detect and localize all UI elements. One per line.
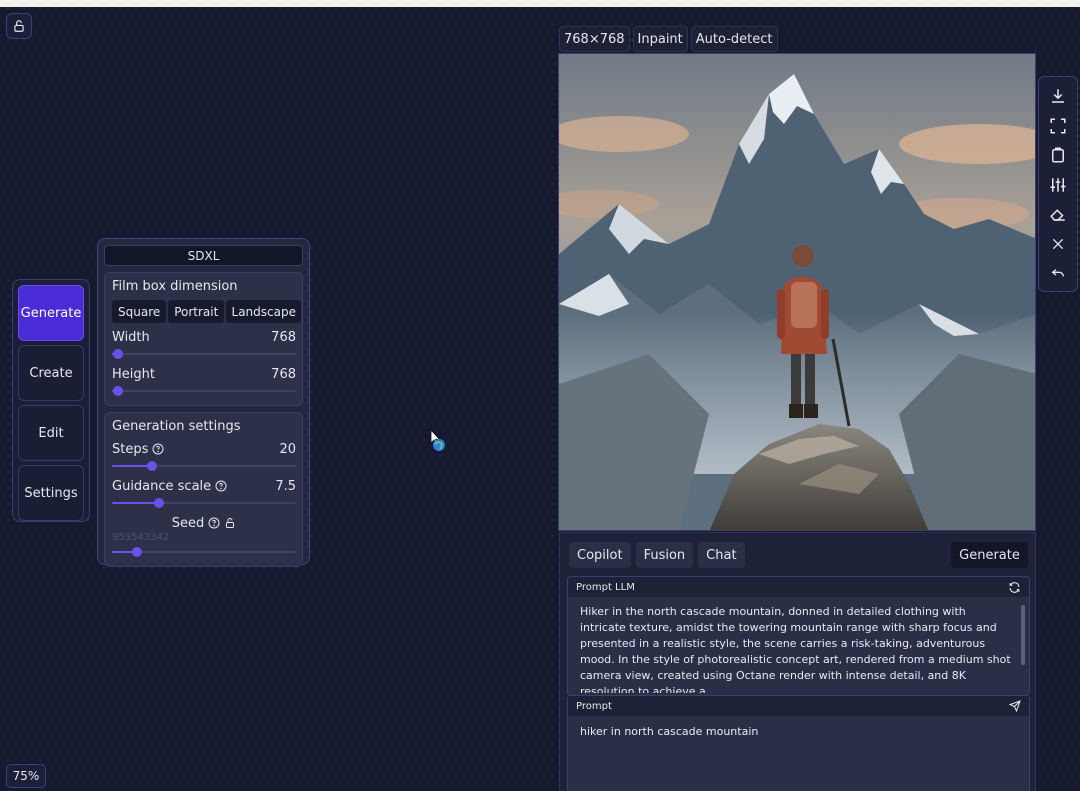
undo-button[interactable] — [1045, 260, 1071, 286]
hiker-mountain-image — [559, 54, 1035, 530]
help-icon[interactable] — [152, 443, 164, 455]
image-toolbar — [1038, 76, 1078, 292]
close-button[interactable] — [1045, 231, 1071, 257]
guidance-value: 7.5 — [275, 478, 296, 494]
seed-slider[interactable] — [112, 544, 296, 560]
prompt-llm-text[interactable]: Hiker in the north cascade mountain, don… — [568, 597, 1029, 693]
help-icon[interactable] — [208, 517, 220, 529]
nav-generate[interactable]: Generate — [18, 285, 84, 341]
generate-button[interactable]: Generate — [951, 542, 1028, 568]
prompt-tabs: Copilot Fusion Chat — [569, 542, 745, 568]
eraser-button[interactable] — [1045, 201, 1071, 227]
model-select[interactable]: SDXL — [104, 245, 303, 266]
width-slider-thumb[interactable] — [113, 349, 123, 359]
tab-copilot[interactable]: Copilot — [569, 542, 631, 568]
seed-value: 959543342 — [112, 532, 170, 543]
inpaint-tag[interactable]: Inpaint — [632, 26, 688, 52]
clipboard-button[interactable] — [1045, 142, 1071, 168]
width-slider[interactable] — [112, 346, 296, 362]
lock-icon — [14, 20, 24, 32]
aspect-square-button[interactable]: Square — [112, 300, 167, 323]
height-value: 768 — [271, 366, 296, 382]
prompt-label: Prompt — [576, 700, 612, 712]
download-button[interactable] — [1045, 83, 1071, 109]
height-slider[interactable] — [112, 383, 296, 399]
aspect-landscape-button[interactable]: Landscape — [226, 300, 302, 323]
send-icon[interactable] — [1009, 700, 1021, 712]
trash-icon — [1052, 147, 1064, 163]
seed-slider-thumb[interactable] — [131, 547, 142, 557]
side-nav: Generate Create Edit Settings — [12, 279, 90, 522]
nav-edit[interactable]: Edit — [18, 405, 84, 461]
dimension-card: Film box dimension Square Portrait Lands… — [104, 272, 303, 406]
steps-slider-thumb[interactable] — [147, 461, 158, 471]
steps-label: Steps — [112, 441, 149, 457]
generation-settings-card: Generation settings Steps 20 Guidance sc… — [104, 412, 303, 567]
refresh-icon[interactable] — [1008, 581, 1021, 594]
mouse-cursor-icon — [430, 429, 445, 451]
sliders-icon — [1050, 177, 1066, 192]
dimension-title: Film box dimension — [112, 279, 238, 294]
help-icon[interactable] — [215, 480, 227, 492]
guidance-slider-thumb[interactable] — [154, 498, 165, 508]
image-size-tag: 768×768 — [559, 26, 630, 52]
aspect-portrait-button[interactable]: Portrait — [168, 300, 225, 323]
height-label: Height — [112, 366, 155, 382]
generated-image[interactable] — [558, 53, 1036, 531]
guidance-label: Guidance scale — [112, 478, 212, 494]
undo-icon — [1051, 269, 1064, 277]
nav-create[interactable]: Create — [18, 345, 84, 401]
seed-label: Seed — [171, 515, 205, 531]
nav-settings[interactable]: Settings — [18, 465, 84, 521]
adjust-button[interactable] — [1045, 172, 1071, 198]
fullscreen-icon — [1050, 118, 1066, 133]
prompt-panel: Copilot Fusion Chat Generate Prompt LLM … — [559, 532, 1036, 791]
lock-button[interactable] — [6, 13, 32, 39]
generation-settings-title: Generation settings — [112, 419, 241, 434]
prompt-llm-label: Prompt LLM — [576, 581, 635, 593]
generation-panel: SDXL Film box dimension Square Portrait … — [97, 238, 310, 567]
image-tags: 768×768 Inpaint Auto-detect — [559, 26, 778, 52]
download-icon — [1052, 89, 1064, 103]
tab-fusion[interactable]: Fusion — [635, 542, 694, 568]
llm-scrollbar[interactable] — [1021, 605, 1025, 665]
eraser-icon — [1050, 209, 1065, 221]
guidance-slider[interactable] — [112, 495, 296, 511]
fullscreen-button[interactable] — [1045, 113, 1071, 139]
prompt-box: Prompt hiker in north cascade mountain — [567, 695, 1030, 791]
top-strip — [0, 0, 1080, 7]
steps-slider[interactable] — [112, 458, 296, 474]
prompt-llm-box: Prompt LLM Hiker in the north cascade mo… — [567, 576, 1030, 696]
steps-value: 20 — [279, 441, 296, 457]
auto-detect-tag[interactable]: Auto-detect — [690, 26, 778, 52]
zoom-level: 75% — [6, 764, 46, 788]
tab-chat[interactable]: Chat — [698, 542, 745, 568]
lock-icon[interactable] — [224, 517, 236, 529]
close-icon — [1052, 238, 1064, 249]
width-label: Width — [112, 329, 150, 345]
width-value: 768 — [271, 329, 296, 345]
height-slider-thumb[interactable] — [113, 386, 123, 396]
aspect-segmented: Square Portrait Landscape — [112, 300, 302, 323]
prompt-input[interactable]: hiker in north cascade mountain — [568, 716, 1029, 747]
